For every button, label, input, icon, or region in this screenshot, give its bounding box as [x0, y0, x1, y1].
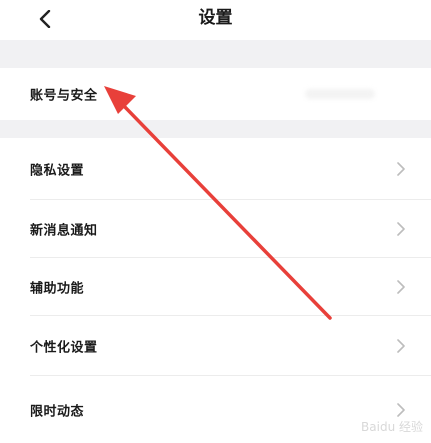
top-nav-bar: 设置 [0, 0, 431, 40]
settings-item-label: 个性化设置 [30, 340, 98, 356]
blurred-account-value [305, 89, 375, 99]
settings-item-label: 新消息通知 [30, 223, 98, 239]
back-button[interactable] [34, 4, 56, 34]
chevron-right-icon [397, 162, 405, 176]
settings-item-accessibility[interactable]: 辅助功能 [0, 258, 431, 316]
watermark: Baidu 经验 [361, 420, 423, 434]
chevron-right-icon [397, 402, 405, 417]
settings-item-notifications[interactable]: 新消息通知 [0, 200, 431, 258]
settings-item-label: 辅助功能 [30, 281, 85, 297]
chevron-right-icon [397, 280, 405, 294]
settings-item-personalization[interactable]: 个性化设置 [0, 316, 431, 376]
settings-item-label: 账号与安全 [30, 88, 98, 104]
chevron-right-icon [397, 339, 405, 353]
settings-item-privacy[interactable]: 隐私设置 [0, 138, 431, 200]
settings-item-account-security[interactable]: 账号与安全 [0, 68, 431, 120]
page-title: 设置 [198, 8, 233, 28]
chevron-left-icon [39, 10, 51, 28]
chevron-right-icon [397, 222, 405, 236]
settings-item-label: 隐私设置 [30, 163, 85, 179]
settings-item-label: 限时动态 [30, 404, 85, 419]
